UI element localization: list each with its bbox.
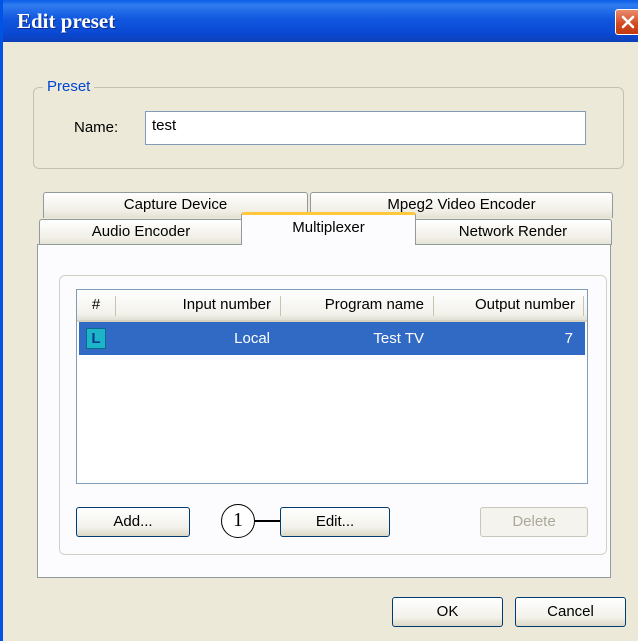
callout-marker: 1: [221, 504, 255, 538]
column-header-number[interactable]: #: [77, 290, 115, 320]
tab-multiplexer[interactable]: Multiplexer: [241, 212, 416, 245]
preset-group-legend: Preset: [43, 78, 95, 95]
column-separator[interactable]: [280, 296, 281, 316]
local-input-icon: L: [86, 328, 106, 349]
edit-preset-dialog: Edit preset Preset Name: test Capture De…: [0, 0, 638, 641]
column-header-program-name[interactable]: Program name: [282, 290, 430, 320]
add-button[interactable]: Add...: [76, 507, 190, 537]
callout-line: [255, 520, 280, 522]
column-header-output-number[interactable]: Output number: [435, 290, 581, 320]
program-list[interactable]: # Input number Program name Output numbe…: [76, 289, 588, 484]
edit-button[interactable]: Edit...: [280, 507, 390, 537]
tab-audio-encoder[interactable]: Audio Encoder: [39, 219, 243, 245]
close-button[interactable]: [615, 9, 638, 35]
list-header: # Input number Program name Output numbe…: [77, 290, 587, 322]
name-label: Name:: [74, 119, 119, 136]
cancel-button[interactable]: Cancel: [515, 597, 626, 627]
title-bar[interactable]: Edit preset: [3, 0, 638, 42]
ok-button[interactable]: OK: [392, 597, 503, 627]
cell-input-number: Local: [234, 330, 270, 347]
cell-program-name: Test TV: [373, 330, 424, 347]
cell-output-number: 7: [564, 330, 573, 347]
name-input[interactable]: test: [145, 111, 586, 145]
delete-button[interactable]: Delete: [480, 507, 588, 537]
column-separator[interactable]: [583, 296, 584, 316]
column-separator[interactable]: [433, 296, 434, 316]
column-separator[interactable]: [115, 296, 116, 316]
window-title: Edit preset: [17, 9, 116, 33]
table-row[interactable]: L Local Test TV 7: [79, 322, 585, 355]
close-icon: [621, 15, 635, 29]
tab-network-render[interactable]: Network Render: [414, 219, 612, 245]
column-header-input-number[interactable]: Input number: [117, 290, 277, 320]
